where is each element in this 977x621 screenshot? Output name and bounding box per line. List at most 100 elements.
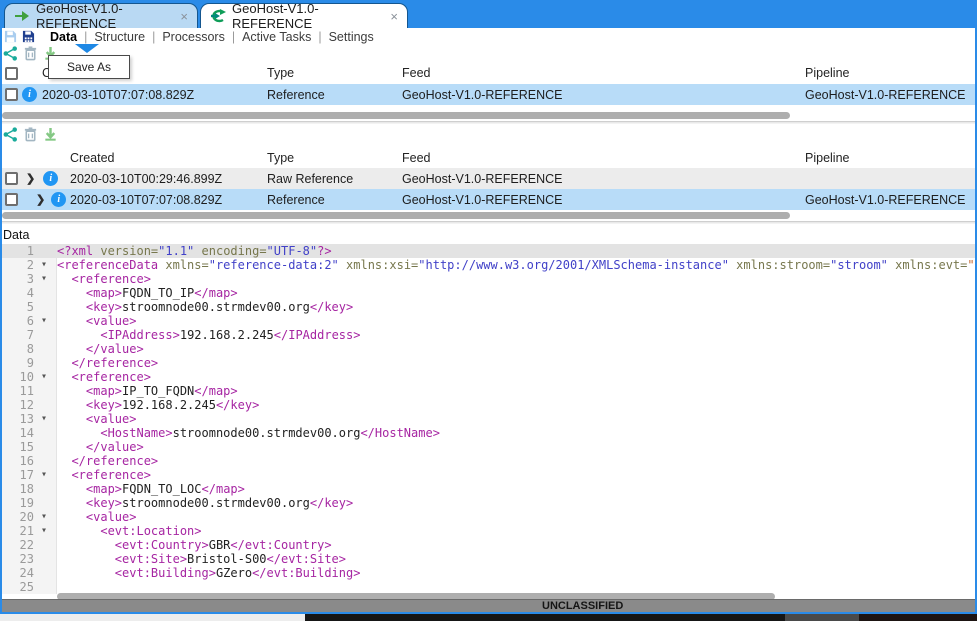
line-number[interactable]: 12 — [2, 398, 38, 412]
line-number[interactable]: 16 — [2, 454, 38, 468]
line-number[interactable]: 20 — [2, 510, 38, 524]
code-line[interactable]: 20▾ <value> — [2, 510, 977, 524]
tab-geohost-reference-pipeline[interactable]: GeoHost-V1.0-REFERENCE × — [200, 3, 408, 28]
line-number[interactable]: 5 — [2, 300, 38, 314]
code-line[interactable]: 4 <map>FQDN_TO_IP</map> — [2, 286, 977, 300]
line-number[interactable]: 9 — [2, 356, 38, 370]
fold-toggle-icon[interactable]: ▾ — [38, 314, 57, 328]
code-token: <IPAddress> — [100, 328, 179, 342]
fold-toggle-icon[interactable]: ▾ — [38, 412, 57, 426]
line-number[interactable]: 24 — [2, 566, 38, 580]
code-line[interactable]: 3▾ <reference> — [2, 272, 977, 286]
code-line[interactable]: 12 <key>192.168.2.245</key> — [2, 398, 977, 412]
line-number[interactable]: 17 — [2, 468, 38, 482]
line-number[interactable]: 7 — [2, 328, 38, 342]
row-checkbox[interactable] — [5, 88, 18, 101]
line-number[interactable]: 15 — [2, 440, 38, 454]
line-number[interactable]: 22 — [2, 538, 38, 552]
code-line[interactable]: 16 </reference> — [2, 454, 977, 468]
pane-divider[interactable] — [0, 221, 977, 224]
menu-item-data[interactable]: Data — [50, 30, 77, 44]
select-all-checkbox[interactable] — [5, 67, 18, 80]
line-number[interactable]: 11 — [2, 384, 38, 398]
horizontal-scrollbar-thumb[interactable] — [2, 112, 790, 119]
code-line[interactable]: 7 <IPAddress>192.168.2.245</IPAddress> — [2, 328, 977, 342]
code-line[interactable]: 6▾ <value> — [2, 314, 977, 328]
delete-icon[interactable] — [23, 127, 38, 142]
code-line[interactable]: 25 — [2, 580, 977, 594]
code-line[interactable]: 2▾<referenceData xmlns="reference-data:2… — [2, 258, 977, 272]
tab-geohost-reference-feed[interactable]: GeoHost-V1.0-REFERENCE × — [4, 3, 198, 28]
code-token: <referenceData — [57, 258, 165, 272]
download-icon[interactable] — [43, 127, 58, 142]
line-number[interactable]: 3 — [2, 272, 38, 286]
code-token: "http://www.w3.org/2001/XMLSchema-instan… — [418, 258, 729, 272]
expander-icon[interactable]: ❯ — [26, 172, 35, 185]
line-number[interactable]: 19 — [2, 496, 38, 510]
detail-table-row[interactable]: ❯i 2020-03-10T07:07:08.829Z Reference Ge… — [2, 189, 975, 210]
line-number[interactable]: 2 — [2, 258, 38, 272]
stream-table-row[interactable]: i 2020-03-10T07:07:08.829Z Reference Geo… — [2, 84, 975, 105]
info-icon[interactable]: i — [22, 87, 37, 102]
row-checkbox[interactable] — [5, 172, 18, 185]
code-line[interactable]: 11 <map>IP_TO_FQDN</map> — [2, 384, 977, 398]
code-line[interactable]: 8 </value> — [2, 342, 977, 356]
fold-gutter — [38, 482, 57, 496]
classification-bar: UNCLASSIFIED — [2, 599, 975, 612]
process-icon[interactable] — [3, 46, 18, 61]
code-line[interactable]: 9 </reference> — [2, 356, 977, 370]
line-number[interactable]: 1 — [2, 244, 38, 258]
code-line[interactable]: 13▾ <value> — [2, 412, 977, 426]
menu-item-active-tasks[interactable]: Active Tasks — [242, 30, 311, 44]
fold-toggle-icon[interactable]: ▾ — [38, 272, 57, 286]
code-line[interactable]: 15 </value> — [2, 440, 977, 454]
code-line[interactable]: 17▾ <reference> — [2, 468, 977, 482]
code-line[interactable]: 24 <evt:Building>GZero</evt:Building> — [2, 566, 977, 580]
fold-toggle-icon[interactable]: ▾ — [38, 510, 57, 524]
code-editor[interactable]: 1<?xml version="1.1" encoding="UTF-8"?>2… — [2, 244, 977, 594]
line-number[interactable]: 8 — [2, 342, 38, 356]
menu-item-processors[interactable]: Processors — [162, 30, 225, 44]
horizontal-scrollbar-thumb[interactable] — [2, 212, 790, 219]
fold-toggle-icon[interactable]: ▾ — [38, 524, 57, 538]
detail-table-row[interactable]: ❯i 2020-03-10T00:29:46.899Z Raw Referenc… — [2, 168, 975, 189]
line-number[interactable]: 14 — [2, 426, 38, 440]
code-line[interactable]: 22 <evt:Country>GBR</evt:Country> — [2, 538, 977, 552]
code-line[interactable]: 1<?xml version="1.1" encoding="UTF-8"?> — [2, 244, 977, 258]
line-number[interactable]: 13 — [2, 412, 38, 426]
column-header-created: Created — [70, 151, 267, 165]
close-icon[interactable]: × — [180, 9, 188, 24]
process-icon[interactable] — [3, 127, 18, 142]
row-checkbox[interactable] — [5, 193, 18, 206]
menu-item-settings[interactable]: Settings — [329, 30, 374, 44]
menu-item-structure[interactable]: Structure — [94, 30, 145, 44]
info-icon[interactable]: i — [43, 171, 58, 186]
line-number[interactable]: 25 — [2, 580, 38, 594]
code-line[interactable]: 19 <key>stroomnode00.strmdev00.org</key> — [2, 496, 977, 510]
code-line[interactable]: 21▾ <evt:Location> — [2, 524, 977, 538]
code-line[interactable]: 14 <HostName>stroomnode00.strmdev00.org<… — [2, 426, 977, 440]
code-token: </key> — [216, 398, 259, 412]
fold-toggle-icon[interactable]: ▾ — [38, 468, 57, 482]
info-icon[interactable]: i — [51, 192, 66, 207]
save-icon[interactable] — [4, 30, 17, 43]
line-number[interactable]: 21 — [2, 524, 38, 538]
close-icon[interactable]: × — [390, 9, 398, 24]
line-number[interactable]: 6 — [2, 314, 38, 328]
line-number[interactable]: 23 — [2, 552, 38, 566]
code-line[interactable]: 23 <evt:Site>Bristol-S00</evt:Site> — [2, 552, 977, 566]
line-number[interactable]: 10 — [2, 370, 38, 384]
code-line[interactable]: 10▾ <reference> — [2, 370, 977, 384]
delete-icon[interactable] — [23, 46, 38, 61]
line-number[interactable]: 18 — [2, 482, 38, 496]
fold-toggle-icon[interactable]: ▾ — [38, 258, 57, 272]
save-as-icon[interactable] — [22, 30, 35, 43]
fold-toggle-icon[interactable]: ▾ — [38, 370, 57, 384]
code-token: <map> — [86, 482, 122, 496]
code-line[interactable]: 18 <map>FQDN_TO_LOC</map> — [2, 482, 977, 496]
line-number[interactable]: 4 — [2, 286, 38, 300]
expander-icon[interactable]: ❯ — [36, 193, 45, 206]
detail-toolbar — [3, 127, 58, 142]
code-line[interactable]: 5 <key>stroomnode00.strmdev00.org</key> — [2, 300, 977, 314]
pane-divider[interactable] — [0, 121, 977, 124]
